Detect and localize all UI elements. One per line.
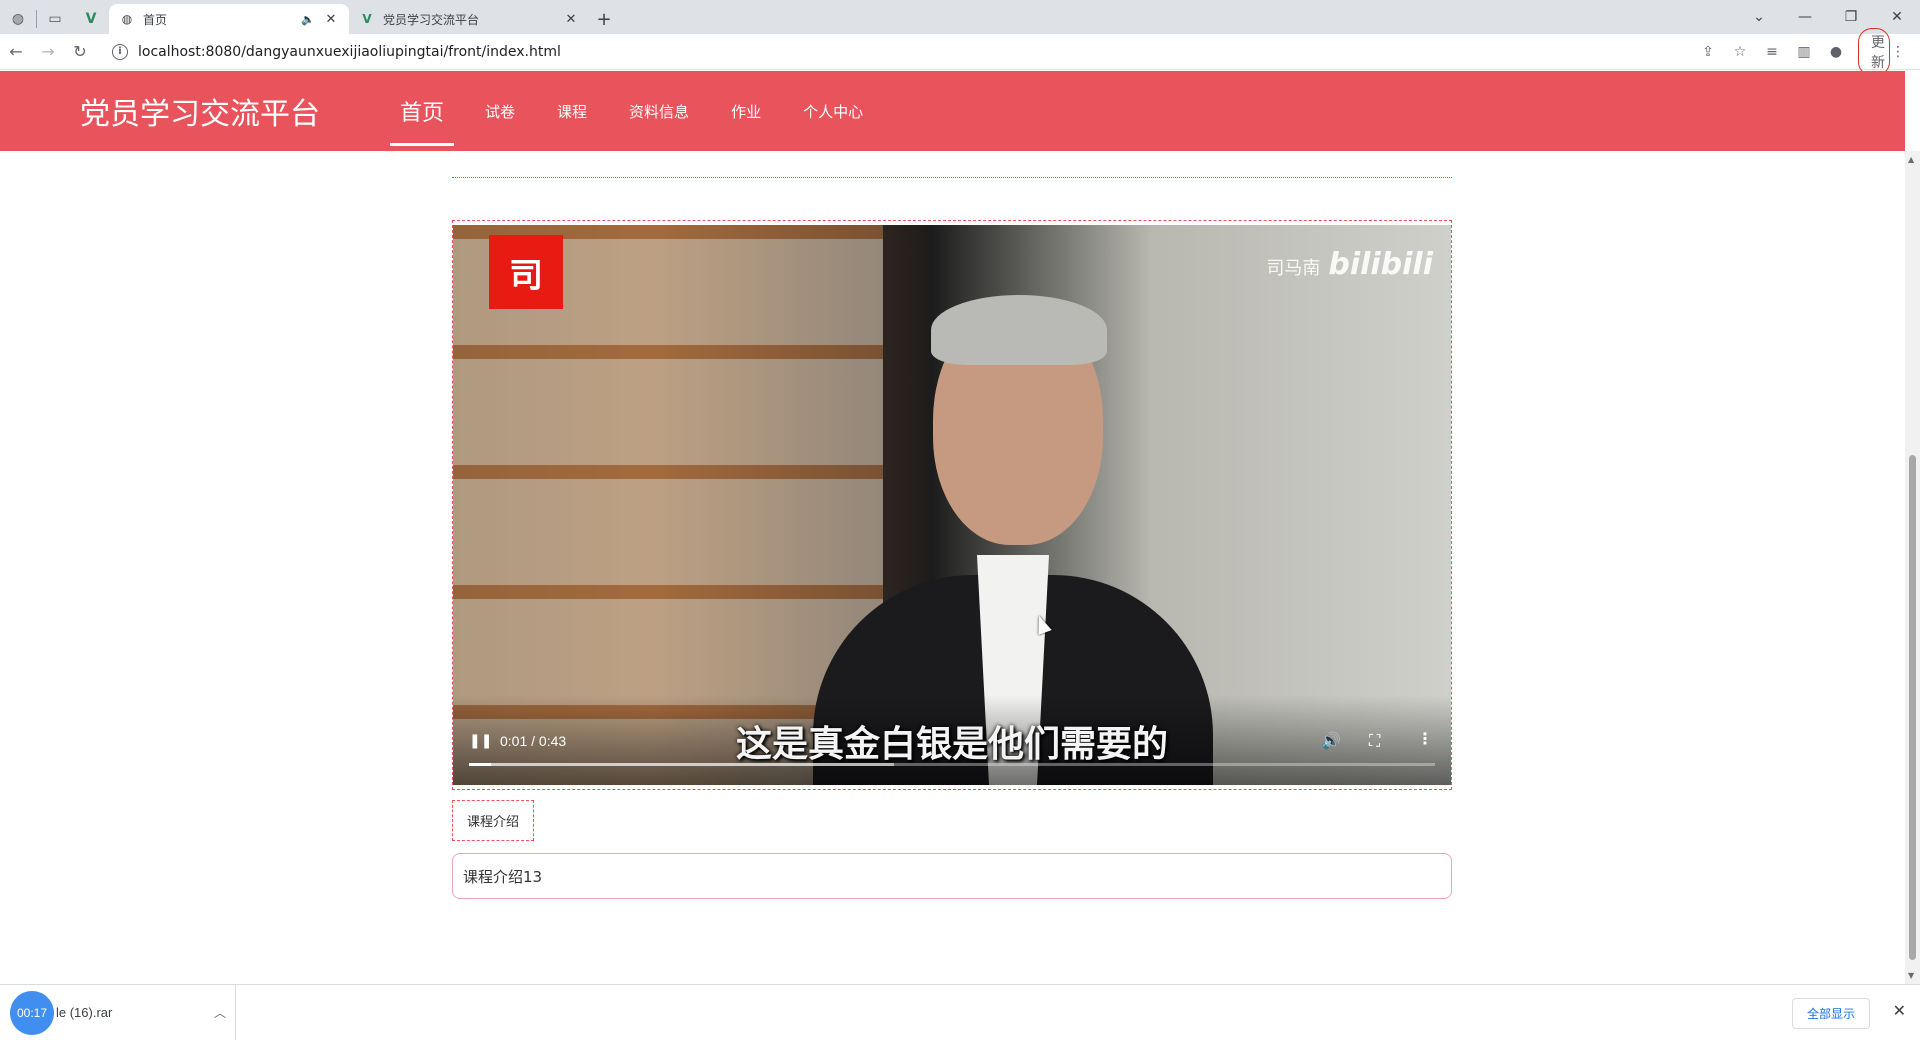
nav-item-course[interactable]: 课程 — [536, 71, 608, 151]
site-info-icon[interactable]: i — [112, 43, 128, 60]
window-close-icon[interactable]: ✕ — [1874, 9, 1920, 25]
nav-item-homework[interactable]: 作业 — [710, 71, 782, 151]
address-bar[interactable]: i localhost:8080/dangyaunxuexijiaoliupin… — [102, 38, 1692, 66]
nav-item-materials[interactable]: 资料信息 — [608, 71, 710, 151]
download-timer: 00:17 — [10, 990, 54, 1035]
minimize-icon[interactable]: — — [1782, 9, 1828, 25]
video-frame: 司 司马南 bilibili 这是真金白银是他们需要的 ❚❚ 0:01 / 0:… — [452, 220, 1452, 790]
main-nav: 首页 试卷 课程 资料信息 作业 个人中心 — [390, 71, 884, 151]
toolbar-actions: ⇪ ☆ ≡ ▥ ● 更新 ⋮ — [1692, 27, 1906, 76]
tab-platform[interactable]: V 党员学习交流平台 ✕ — [349, 4, 589, 34]
scrollbar-thumb[interactable] — [1909, 455, 1916, 960]
forward-arrow-icon[interactable]: → — [32, 42, 64, 61]
vue-icon: V — [362, 12, 372, 26]
video-progress-fill — [469, 763, 492, 766]
side-panel-icon[interactable]: ▥ — [1788, 44, 1820, 60]
close-icon[interactable]: ✕ — [323, 12, 339, 27]
globe-icon: ◍ — [11, 11, 25, 27]
volume-icon[interactable]: 🔊 — [1321, 731, 1341, 750]
fullscreen-icon[interactable]: ⛶ — [1369, 731, 1380, 751]
tab-search-icon[interactable]: ⌄ — [1736, 9, 1782, 25]
tab-title: 党员学习交流平台 — [383, 12, 480, 27]
globe-icon: ◍ — [121, 12, 133, 26]
watermark-name: 司马南 — [1266, 258, 1321, 279]
bookmark-star-icon[interactable]: ☆ — [1724, 44, 1756, 60]
video-watermark: 司马南 bilibili — [1266, 247, 1433, 282]
site-logo[interactable]: 党员学习交流平台 — [80, 89, 390, 133]
course-detail: 司 司马南 bilibili 这是真金白银是他们需要的 ❚❚ 0:01 / 0:… — [452, 151, 1452, 899]
video-progress-bar[interactable] — [469, 763, 1435, 766]
nav-item-exam[interactable]: 试卷 — [464, 71, 536, 151]
download-file-name: le (16).rar — [56, 1005, 113, 1020]
pinned-tab-globe[interactable]: ◍ — [0, 4, 36, 34]
menu-dots-icon[interactable]: ⋮ — [1890, 44, 1906, 60]
download-shelf: 00:17 le (16).rar ︿ 全部显示 ✕ — [0, 984, 1920, 1040]
video-buffer-fill — [469, 763, 895, 766]
show-all-downloads-button[interactable]: 全部显示 — [1791, 998, 1870, 1029]
pinned-tab-blank[interactable]: ▭ — [37, 4, 73, 34]
update-button[interactable]: 更新 — [1858, 27, 1890, 76]
page-scrollbar[interactable]: ▲ ▼ — [1905, 151, 1920, 984]
browser-toolbar: ← → ↻ i localhost:8080/dangyaunxuexijiao… — [0, 27, 1920, 76]
chevron-up-icon[interactable]: ︿ — [205, 1004, 235, 1021]
tab-title: 首页 — [143, 12, 168, 27]
media-control-icon[interactable]: ≡ — [1756, 44, 1788, 60]
nav-item-home[interactable]: 首页 — [390, 71, 455, 151]
video-subtitle: 这是真金白银是他们需要的 — [735, 724, 1168, 765]
reload-icon[interactable]: ↻ — [64, 42, 96, 61]
channel-badge-logo: 司 — [489, 235, 563, 309]
watermark-brand: bilibili — [1328, 247, 1433, 282]
scroll-up-icon[interactable]: ▲ — [1908, 155, 1914, 164]
new-tab-button[interactable]: + — [589, 4, 619, 34]
video-player[interactable]: 司 司马南 bilibili 这是真金白银是他们需要的 ❚❚ 0:01 / 0:… — [453, 225, 1451, 785]
close-icon[interactable]: ✕ — [563, 12, 579, 27]
scroll-down-icon[interactable]: ▼ — [1908, 971, 1914, 980]
video-time-display: 0:01 / 0:43 — [500, 733, 567, 749]
course-intro-content: 课程介绍13 — [452, 853, 1452, 899]
speaker-hair — [931, 295, 1107, 365]
vue-icon: V — [85, 11, 97, 27]
back-arrow-icon[interactable]: ← — [0, 42, 32, 61]
more-options-icon[interactable]: ⋮ — [1417, 729, 1433, 748]
browser-tabstrip: ◍ ▭ V ◍ 首页 🔈 ✕ V 党员学习交流平台 ✕ + ⌄ — ❐ ✕ — [0, 0, 1920, 34]
nav-item-profile[interactable]: 个人中心 — [782, 71, 884, 151]
pause-icon[interactable]: ❚❚ — [469, 733, 492, 749]
site-header: 党员学习交流平台 首页 试卷 课程 资料信息 作业 个人中心 — [0, 71, 1905, 151]
tab-home[interactable]: ◍ 首页 🔈 ✕ — [109, 4, 349, 34]
content-divider — [452, 177, 1452, 178]
share-icon[interactable]: ⇪ — [1692, 44, 1724, 60]
speaker-icon[interactable]: 🔈 — [301, 13, 315, 26]
close-icon[interactable]: ✕ — [1893, 1001, 1906, 1020]
tab-course-intro[interactable]: 课程介绍 — [452, 800, 535, 841]
blank-page-icon: ▭ — [48, 11, 62, 27]
restore-icon[interactable]: ❐ — [1828, 9, 1874, 25]
url-text: localhost:8080/dangyaunxuexijiaoliupingt… — [138, 43, 561, 60]
download-item[interactable]: 00:17 le (16).rar ︿ — [0, 984, 236, 1040]
pinned-tab-vue[interactable]: V — [73, 4, 109, 34]
profile-avatar-icon[interactable]: ● — [1820, 44, 1852, 60]
